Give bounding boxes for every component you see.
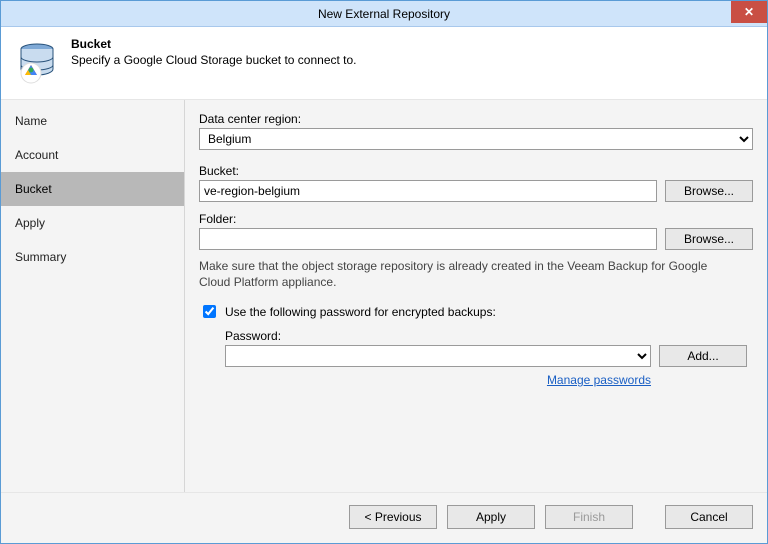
header-text: Bucket Specify a Google Cloud Storage bu…: [71, 37, 357, 67]
page-subtitle: Specify a Google Cloud Storage bucket to…: [71, 53, 357, 67]
step-summary[interactable]: Summary: [1, 240, 184, 274]
encrypt-checkbox-label: Use the following password for encrypted…: [225, 305, 496, 319]
bucket-input[interactable]: [199, 180, 657, 202]
step-name[interactable]: Name: [1, 104, 184, 138]
folder-label: Folder:: [199, 212, 753, 226]
dialog-window: New External Repository ✕ Bucket Specify…: [0, 0, 768, 544]
wizard-header: Bucket Specify a Google Cloud Storage bu…: [1, 27, 767, 99]
bucket-gcs-icon: [15, 37, 63, 85]
form-content: Data center region: Belgium Bucket: Brow…: [185, 100, 767, 492]
wizard-footer: < Previous Apply Finish Cancel: [1, 492, 767, 543]
manage-passwords-link[interactable]: Manage passwords: [547, 373, 651, 387]
wizard-body: Name Account Bucket Apply Summary Data c…: [1, 99, 767, 492]
folder-input[interactable]: [199, 228, 657, 250]
region-label: Data center region:: [199, 112, 753, 126]
step-account[interactable]: Account: [1, 138, 184, 172]
encrypt-checkbox[interactable]: [203, 305, 216, 318]
password-section: Password: Add... Manage passwords: [199, 327, 753, 387]
previous-button[interactable]: < Previous: [349, 505, 437, 529]
encrypt-checkbox-row: Use the following password for encrypted…: [199, 302, 753, 321]
close-icon: ✕: [744, 5, 754, 19]
browse-bucket-button[interactable]: Browse...: [665, 180, 753, 202]
help-text: Make sure that the object storage reposi…: [199, 258, 739, 290]
wizard-steps-sidebar: Name Account Bucket Apply Summary: [1, 100, 185, 492]
add-password-button[interactable]: Add...: [659, 345, 747, 367]
password-label: Password:: [225, 329, 753, 343]
password-select[interactable]: [225, 345, 651, 367]
step-apply[interactable]: Apply: [1, 206, 184, 240]
window-title: New External Repository: [318, 7, 450, 21]
titlebar: New External Repository ✕: [1, 1, 767, 27]
browse-folder-button[interactable]: Browse...: [665, 228, 753, 250]
step-bucket[interactable]: Bucket: [1, 172, 184, 206]
finish-button: Finish: [545, 505, 633, 529]
region-select[interactable]: Belgium: [199, 128, 753, 150]
bucket-label: Bucket:: [199, 164, 753, 178]
apply-button[interactable]: Apply: [447, 505, 535, 529]
close-button[interactable]: ✕: [731, 1, 767, 23]
page-title: Bucket: [71, 37, 357, 51]
cancel-button[interactable]: Cancel: [665, 505, 753, 529]
